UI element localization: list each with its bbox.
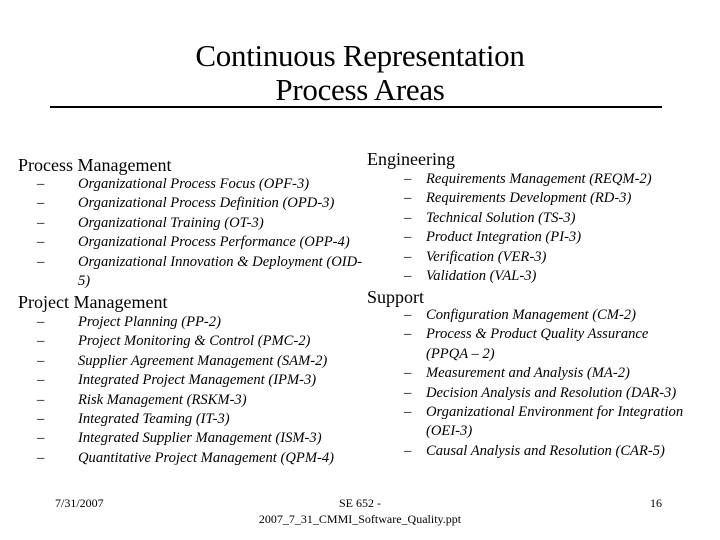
- title-line-2: Process Areas: [275, 72, 445, 107]
- list-item-text: Process & Product Quality Assurance: [426, 326, 649, 343]
- bullet-dash-icon: –: [37, 234, 45, 251]
- list-item: – Integrated Teaming (IT-3): [37, 410, 334, 429]
- bullet-dash-icon: –: [404, 365, 412, 382]
- list-item-text: Quantitative Project Management (QPM-4): [78, 449, 334, 466]
- bullet-dash-icon: –: [404, 229, 412, 246]
- list-item: – Measurement and Analysis (MA-2): [404, 364, 683, 383]
- list-item-text: Decision Analysis and Resolution (DAR-3): [426, 384, 677, 401]
- bullet-dash-icon: –: [37, 372, 45, 389]
- list-item-text: Requirements Development (RD-3): [426, 190, 632, 207]
- list-item: – Causal Analysis and Resolution (CAR-5): [404, 442, 683, 461]
- list-item-text: Requirements Management (REQM-2): [426, 171, 652, 187]
- list-item: – Organizational Process Performance (OPP…: [37, 233, 362, 252]
- bullet-dash-icon: –: [404, 404, 412, 421]
- list-process-management: – Organizational Process Focus (OPF-3) – Or…: [37, 175, 362, 292]
- list-item: – Configuration Management (CM-2): [404, 306, 683, 325]
- bullet-dash-icon: –: [37, 214, 45, 231]
- heading-process-management: Process Management: [18, 155, 172, 175]
- list-item: – Product Integration (PI-3): [404, 228, 652, 247]
- list-project-management: – Project Planning (PP-2) – Project Monitor…: [37, 313, 334, 468]
- list-item: – Risk Management (RSKM-3): [37, 391, 334, 410]
- list-item: – Technical Solution (TS-3): [404, 209, 652, 228]
- list-item-text: Integrated Supplier Management (ISM-3): [78, 430, 322, 447]
- bullet-dash-icon: –: [37, 449, 45, 466]
- footer-filename: 2007_7_31_CMMI_Software_Quality.ppt: [258, 512, 462, 526]
- bullet-dash-icon: –: [404, 442, 412, 459]
- list-item-text: Organizational Innovation & Deployment (…: [78, 253, 362, 270]
- list-item: – Process & Product Quality Assurance (PPQ…: [404, 325, 683, 364]
- list-item-text: Risk Management (RSKM-3): [78, 391, 247, 408]
- list-item: – Organizational Process Focus (OPF-3): [37, 175, 362, 194]
- bullet-dash-icon: –: [37, 391, 45, 408]
- list-item-text: Organizational Training (OT-3): [78, 214, 264, 231]
- list-item-text: Supplier Agreement Management (SAM-2): [78, 352, 328, 369]
- list-item-text: 5): [78, 273, 91, 290]
- bullet-dash-icon: –: [404, 209, 412, 226]
- title-line-1: Continuous Representation: [195, 38, 525, 73]
- list-item-text: Causal Analysis and Resolution (CAR-5): [426, 442, 665, 459]
- footer-center: SE 652 - 2007_7_31_CMMI_Software_Quality…: [0, 495, 720, 527]
- list-item-text: Integrated Teaming (IT-3): [78, 411, 230, 428]
- list-item-text: Project Planning (PP-2): [78, 314, 221, 330]
- list-support: – Configuration Management (CM-2) – Process…: [404, 306, 684, 461]
- bullet-dash-icon: –: [37, 430, 45, 447]
- bullet-dash-icon: –: [37, 176, 45, 192]
- bullet-dash-icon: –: [404, 190, 412, 207]
- title-divider: [50, 106, 662, 108]
- bullet-dash-icon: –: [37, 333, 45, 350]
- list-item-text: Organizational Process Performance (OPP-…: [78, 234, 350, 251]
- list-item: – Organizational Environment for Integrat…: [404, 403, 684, 442]
- heading-support: Support: [367, 287, 425, 307]
- list-item: – Supplier Agreement Management (SAM-2): [37, 352, 334, 371]
- list-item-text: Organizational Environment for Integrati…: [426, 404, 684, 421]
- list-item: – Quantitative Project Management (QPM-4): [37, 449, 334, 468]
- list-item: – Validation (VAL-3): [404, 267, 652, 286]
- list-item-text: Project Monitoring & Control (PMC-2): [78, 333, 311, 350]
- list-item-text: (OEI-3): [426, 423, 473, 440]
- bullet-dash-icon: –: [37, 352, 45, 369]
- list-item: – Integrated Project Management (IPM-3): [37, 371, 334, 390]
- list-item-text: Validation (VAL-3): [426, 268, 537, 285]
- bullet-dash-icon: –: [37, 195, 45, 212]
- list-item-text: Technical Solution (TS-3): [426, 209, 576, 226]
- heading-project-management: Project Management: [18, 292, 168, 312]
- footer-page-number: 16: [650, 496, 662, 510]
- list-item: – Requirements Development (RD-3): [404, 189, 652, 208]
- list-item-text: Configuration Management (CM-2): [426, 307, 636, 323]
- list-item: – Integrated Supplier Management (ISM-3): [37, 429, 334, 448]
- slide-title: Continuous Representation Process Areas: [0, 39, 720, 107]
- bullet-dash-icon: –: [37, 411, 45, 428]
- bullet-dash-icon: –: [37, 314, 45, 330]
- list-engineering: – Requirements Management (REQM-2) – Requir…: [404, 170, 652, 286]
- list-item: – Decision Analysis and Resolution (DAR-3…: [404, 384, 683, 403]
- list-item: – Project Monitoring & Control (PMC-2): [37, 332, 334, 351]
- bullet-dash-icon: –: [404, 384, 412, 401]
- heading-engineering: Engineering: [367, 149, 455, 169]
- bullet-dash-icon: –: [37, 253, 45, 270]
- list-item: – Project Planning (PP-2): [37, 313, 334, 332]
- bullet-dash-icon: –: [404, 326, 412, 343]
- footer-course: SE 652 -: [339, 496, 381, 510]
- list-item-text: Verification (VER-3): [426, 248, 547, 265]
- list-item: – Verification (VER-3): [404, 248, 652, 267]
- bullet-dash-icon: –: [404, 171, 412, 187]
- bullet-dash-icon: –: [404, 268, 412, 285]
- list-item-text: Integrated Project Management (IPM-3): [78, 372, 317, 389]
- list-item: – Organizational Training (OT-3): [37, 214, 362, 233]
- list-item-text: Product Integration (PI-3): [426, 229, 582, 246]
- list-item-text: Measurement and Analysis (MA-2): [426, 365, 630, 382]
- bullet-dash-icon: –: [404, 307, 412, 323]
- list-item: – Requirements Management (REQM-2): [404, 170, 652, 189]
- list-item-text: Organizational Process Definition (OPD-3…: [78, 195, 335, 212]
- bullet-dash-icon: –: [404, 248, 412, 265]
- list-item: – Organizational Process Definition (OPD-…: [37, 194, 362, 213]
- list-item-text: Organizational Process Focus (OPF-3): [78, 176, 310, 192]
- list-item: – Organizational Innovation & Deployment …: [37, 253, 362, 292]
- list-item-text: (PPQA – 2): [426, 345, 495, 362]
